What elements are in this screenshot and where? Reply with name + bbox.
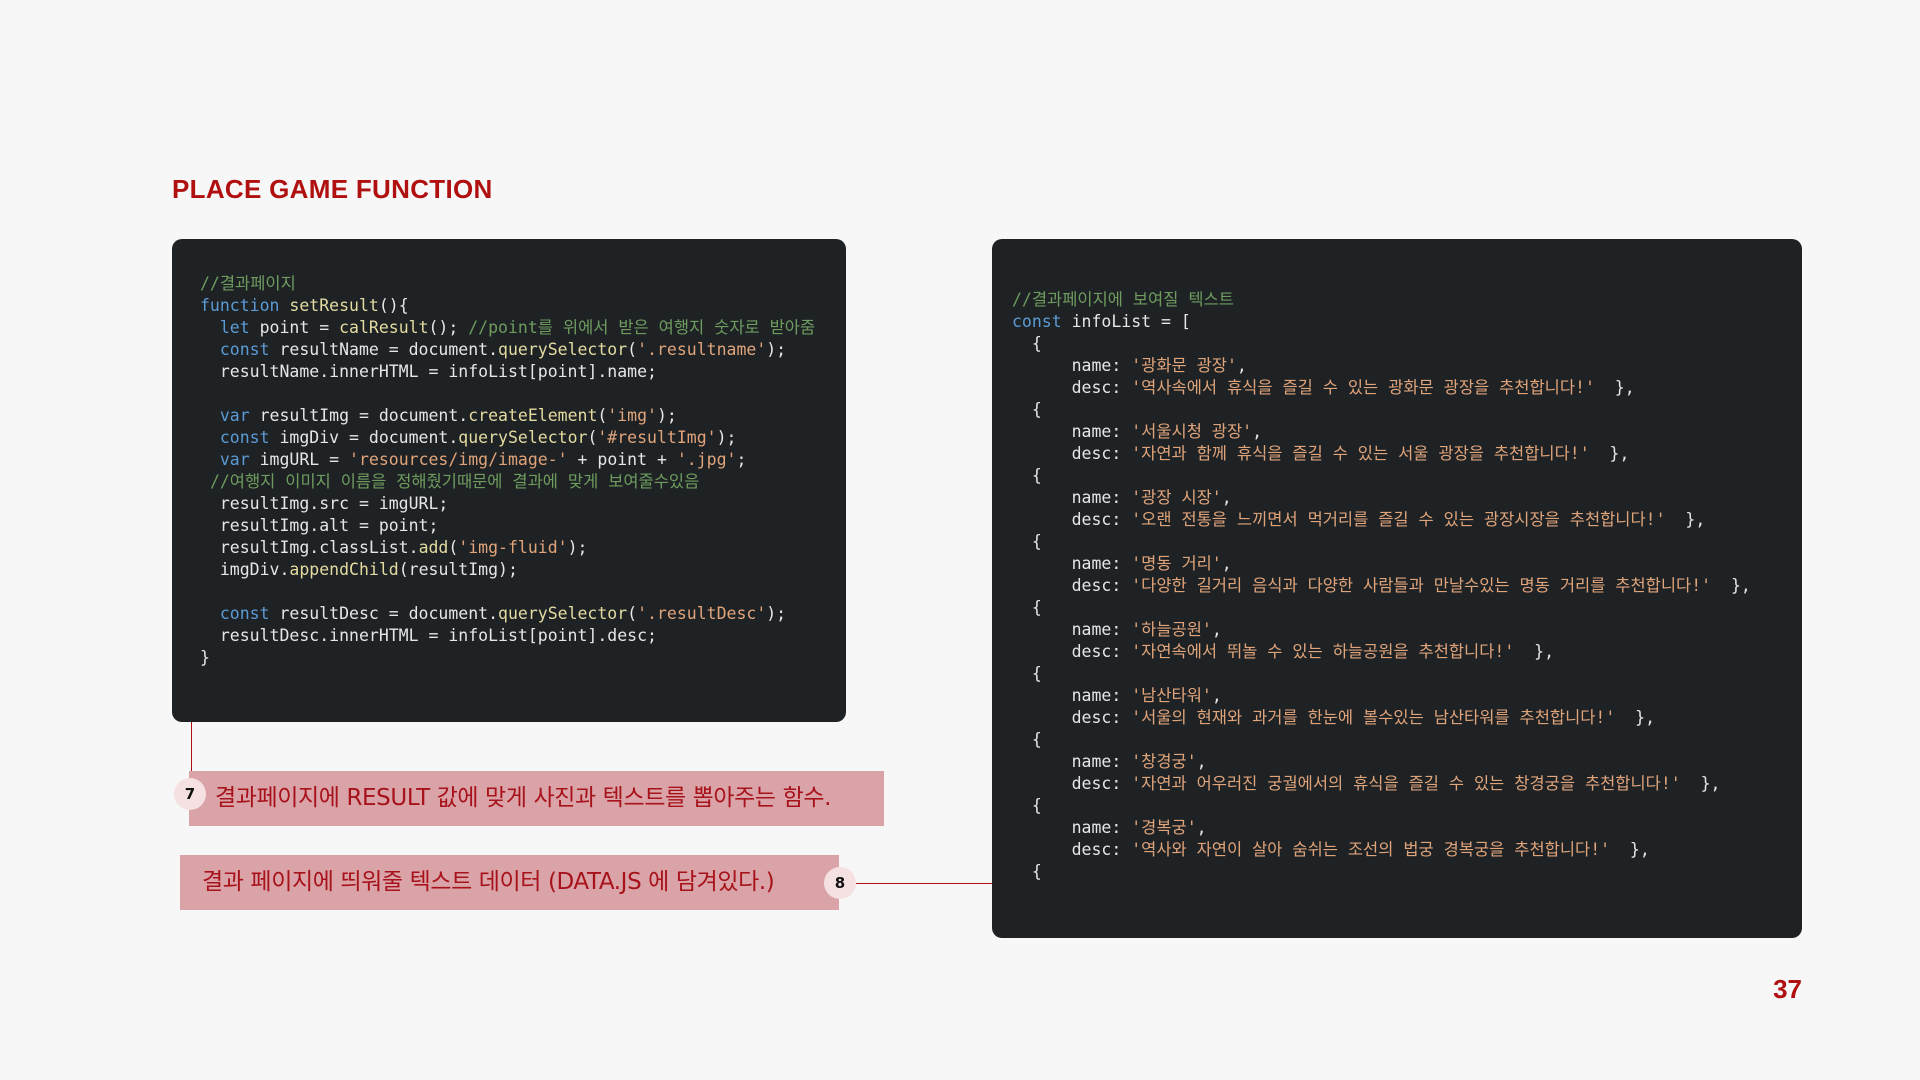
callout-info-list: 결과 페이지에 띄워줄 텍스트 데이터 (DATA.JS 에 담겨있다.) [180, 855, 839, 910]
callout-number-badge-7: 7 [174, 778, 206, 810]
info-name-line: name: '서울시청 광장', [1071, 422, 1263, 441]
code-line: resultImg.classList.add('img-fluid'); [219, 538, 588, 557]
page-number: 37 [1773, 974, 1802, 1004]
info-name-line: name: '명동 거리', [1071, 554, 1232, 573]
code-line: //결과페이지 [200, 274, 296, 293]
info-desc-line: desc: '다양한 길거리 음식과 다양한 사람들과 만날수있는 명동 거리를… [1071, 576, 1751, 595]
object-open-line: { [1031, 466, 1042, 485]
info-desc-line: desc: '자연과 함께 휴식을 즐길 수 있는 서울 광장을 추천합니다!'… [1071, 444, 1630, 463]
code-line: imgDiv.appendChild(resultImg); [219, 560, 518, 579]
info-name-line: name: '광장 시장', [1071, 488, 1232, 507]
object-open-line: { [1031, 334, 1042, 353]
callout-set-result: 결과페이지에 RESULT 값에 맞게 사진과 텍스트를 뽑아주는 함수. [189, 771, 884, 826]
object-open-line: { [1031, 664, 1042, 683]
info-name-line: name: '광화문 광장', [1071, 356, 1247, 375]
info-name-line: name: '경복궁', [1071, 818, 1207, 837]
info-name-line: name: '창경궁', [1071, 752, 1207, 771]
info-desc-line: desc: '서울의 현재와 과거를 한눈에 볼수있는 남산타워를 추천합니다!… [1071, 708, 1656, 727]
code-line: const resultName = document.querySelecto… [219, 340, 787, 359]
object-open-line: { [1031, 796, 1042, 815]
callout-text: 결과페이지에 RESULT 값에 맞게 사진과 텍스트를 뽑아주는 함수. [215, 785, 832, 811]
info-desc-line: desc: '역사와 자연이 살아 숨쉬는 조선의 법궁 경복궁을 추천합니다!… [1071, 840, 1650, 859]
code-line: let point = calResult(); //point를 위에서 받은… [219, 318, 816, 337]
code-line: const infoList = [ [1012, 312, 1191, 331]
info-list-code-panel: //결과페이지에 보여질 텍스트 const infoList = [ { nam… [992, 239, 1802, 938]
code-line: //결과페이지에 보여질 텍스트 [1012, 290, 1234, 309]
code-line: resultName.innerHTML = infoList[point].n… [219, 362, 657, 381]
object-open-line: { [1031, 400, 1042, 419]
code-line: //여행지 이미지 이름을 정해줬기때문에 결과에 맞게 보여줄수있음 [209, 472, 700, 491]
info-name-line: name: '남산타워', [1071, 686, 1222, 705]
info-name-line: name: '하늘공원', [1071, 620, 1222, 639]
info-desc-line: desc: '오랜 전통을 느끼면서 먹거리를 즐길 수 있는 광장시장을 추천… [1071, 510, 1706, 529]
set-result-code-panel: //결과페이지 function setResult(){ let point =… [172, 239, 846, 722]
info-list-code: //결과페이지에 보여질 텍스트 const infoList = [ { nam… [1012, 289, 1751, 883]
object-open-line: { [1031, 598, 1042, 617]
code-line: var imgURL = 'resources/img/image-' + po… [219, 450, 747, 469]
object-open-line: { [1031, 532, 1042, 551]
info-desc-line: desc: '자연속에서 뛰놀 수 있는 하늘공원을 추천합니다!' }, [1071, 642, 1555, 661]
callout-number-badge-8: 8 [824, 867, 856, 899]
info-desc-line: desc: '자연과 어우러진 궁궐에서의 휴식을 즐길 수 있는 창경궁을 추… [1071, 774, 1721, 793]
set-result-code: //결과페이지 function setResult(){ let point =… [200, 273, 815, 669]
object-open-line: { [1031, 862, 1042, 881]
code-line: resultImg.src = imgURL; [219, 494, 449, 513]
info-desc-line: desc: '역사속에서 휴식을 즐길 수 있는 광화문 광장을 추천합니다!'… [1071, 378, 1635, 397]
callout-text: 결과 페이지에 띄워줄 텍스트 데이터 (DATA.JS 에 담겨있다.) [202, 869, 775, 895]
object-open-line: { [1031, 730, 1042, 749]
code-line: const resultDesc = document.querySelecto… [219, 604, 787, 623]
connector-line-8 [856, 883, 992, 884]
code-line: resultDesc.innerHTML = infoList[point].d… [219, 626, 657, 645]
slide-title: PLACE GAME FUNCTION [172, 174, 493, 204]
code-line: function setResult(){ [200, 296, 409, 315]
code-line: var resultImg = document.createElement('… [219, 406, 677, 425]
code-line: resultImg.alt = point; [219, 516, 439, 535]
code-line: } [200, 648, 210, 667]
code-line: const imgDiv = document.querySelector('#… [219, 428, 737, 447]
